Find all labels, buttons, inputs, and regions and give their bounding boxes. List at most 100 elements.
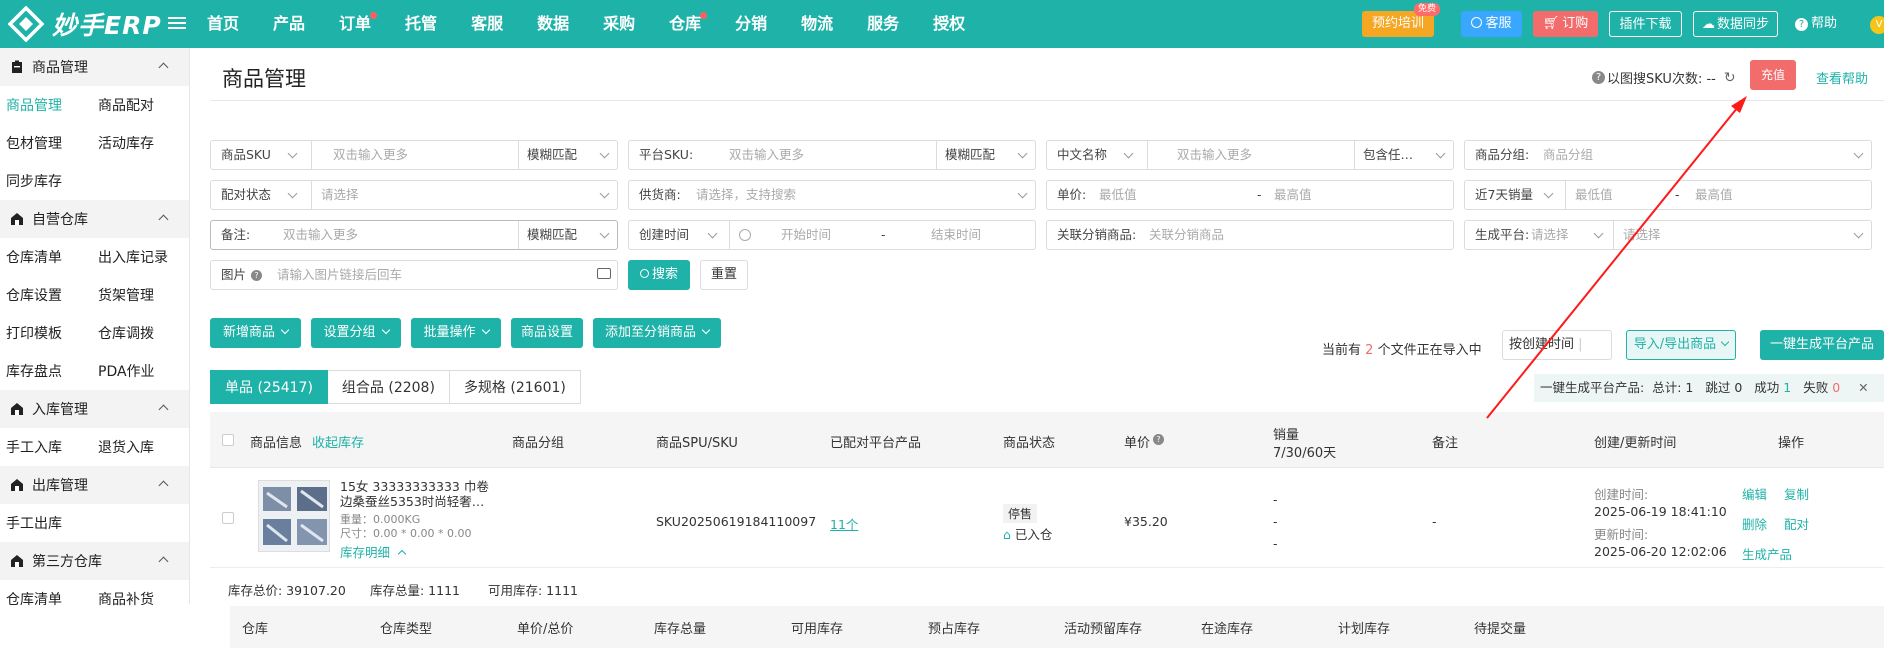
nav-item[interactable]: 仓库 [652,0,718,48]
view-help-link[interactable]: 查看帮助 [1816,68,1868,87]
sku-input[interactable]: 双击输入更多 [333,141,408,169]
set-group-button[interactable]: 设置分组 [311,318,401,348]
data-sync-button[interactable]: ☁ 数据同步 [1693,11,1778,37]
image-url-input[interactable]: 请输入图片链接后回车 [277,261,402,289]
nav-item[interactable]: 分销 [718,0,784,48]
sidebar-item[interactable]: 库存盘点 [0,361,92,381]
sku-select[interactable]: 商品SKU [221,141,271,169]
avatar[interactable]: V [1870,16,1884,34]
sidebar-item[interactable]: 打印模板 [0,323,92,343]
refresh-icon[interactable]: ↻ [1724,70,1736,86]
cn-name-match-select[interactable]: 包含任… [1363,141,1413,169]
end-time-input[interactable]: 结束时间 [931,221,981,249]
batch-ops-button[interactable]: 批量操作 [411,318,501,348]
cn-name-input[interactable]: 双击输入更多 [1177,141,1252,169]
platform-select[interactable]: 请选择 [1531,221,1569,249]
stock-detail-link[interactable]: 库存明细 [340,542,407,561]
generate-product-link[interactable]: 生成产品 [1742,544,1792,563]
sort-select[interactable]: 按创建时间 | [1502,330,1612,360]
select-all-checkbox[interactable] [222,434,234,446]
sales-select[interactable]: 近7天销量 [1475,181,1533,209]
sidebar-item[interactable]: 活动库存 [92,133,184,153]
sidebar-group-header[interactable]: 商品管理 [0,48,189,86]
paired-count-link[interactable]: 11个 [830,514,858,533]
platform-select-2[interactable]: 请选择 [1623,221,1661,249]
product-title[interactable]: 15女 33333333333 巾卷边桑蚕丝5353时尚轻奢… [340,479,492,509]
sidebar-item[interactable]: 仓库清单 [0,247,92,267]
edit-link[interactable]: 编辑 [1742,484,1767,503]
start-time-input[interactable]: 开始时间 [781,221,831,249]
copy-link[interactable]: 复制 [1784,484,1809,503]
tab-single[interactable]: 单品 (25417) [210,370,328,404]
sidebar-item[interactable]: PDA作业 [92,361,184,381]
sidebar-item[interactable]: 仓库清单 [0,589,92,609]
sidebar-item[interactable]: 手工入库 [0,437,92,457]
sku-match-select[interactable]: 模糊匹配 [527,141,577,169]
camera-icon[interactable] [597,268,611,279]
nav-item[interactable]: 数据 [520,0,586,48]
cn-name-select[interactable]: 中文名称 [1057,141,1107,169]
add-to-dist-button[interactable]: 添加至分销商品 [593,318,721,348]
search-button[interactable]: 搜索 [628,260,690,290]
sidebar-item[interactable]: 出入库记录 [92,247,184,267]
reset-button[interactable]: 重置 [700,260,748,290]
sidebar-item[interactable]: 包材管理 [0,133,92,153]
supplier-select[interactable]: 请选择，支持搜索 [696,181,796,209]
group-select[interactable]: 商品分组 [1543,141,1593,169]
training-button[interactable]: 预约培训 免费 [1362,3,1440,37]
tab-multi-spec[interactable]: 多规格 (21601) [449,370,581,404]
sales-min-input[interactable]: 最低值 [1575,181,1613,209]
sidebar-item[interactable]: 手工出库 [0,513,92,533]
remark-match-select[interactable]: 模糊匹配 [527,221,577,249]
dist-filter[interactable]: 关联分销商品: 关联分销商品 [1046,220,1454,250]
nav-item[interactable]: 托管 [388,0,454,48]
delete-link[interactable]: 删除 [1742,514,1767,533]
service-button[interactable]: 客服 [1461,11,1522,37]
price-max-input[interactable]: 最高值 [1274,181,1312,209]
dist-input[interactable]: 关联分销商品 [1149,221,1224,249]
sidebar-group-header[interactable]: 出库管理 [0,466,189,504]
sidebar-item[interactable]: 商品配对 [92,95,184,115]
sidebar-group-header[interactable]: 自营仓库 [0,200,189,238]
group-filter[interactable]: 商品分组: 商品分组 [1464,140,1872,170]
tab-combo[interactable]: 组合品 (2208) [327,370,450,404]
add-product-button[interactable]: 新增商品 [210,318,301,348]
sidebar-item[interactable]: 仓库设置 [0,285,92,305]
nav-item[interactable]: 订单 [322,0,388,48]
help-button[interactable]: ? 帮助 [1788,11,1844,37]
platform-sku-match-select[interactable]: 模糊匹配 [945,141,995,169]
nav-item[interactable]: 首页 [190,0,256,48]
platform-sku-input[interactable]: 双击输入更多 [729,141,804,169]
sidebar-item[interactable]: 商品补货 [92,589,184,609]
row-checkbox[interactable] [222,512,234,524]
sales-max-input[interactable]: 最高值 [1695,181,1733,209]
sidebar-item[interactable]: 仓库调拨 [92,323,184,343]
nav-item[interactable]: 服务 [850,0,916,48]
sidebar-group-header[interactable]: 第三方仓库 [0,542,189,580]
pair-link[interactable]: 配对 [1784,514,1809,533]
remark-input[interactable]: 双击输入更多 [283,221,358,249]
nav-item[interactable]: 物流 [784,0,850,48]
close-icon[interactable]: ✕ [1858,380,1868,395]
pair-status-value[interactable]: 请选择 [321,181,359,209]
time-type-select[interactable]: 创建时间 [639,221,689,249]
collapse-stock-link[interactable]: 收起库存 [312,432,364,451]
sidebar-item[interactable]: 同步库存 [0,171,92,191]
product-settings-button[interactable]: 商品设置 [511,318,583,348]
sidebar-item[interactable]: 商品管理 [0,95,92,115]
logo[interactable]: 妙手ERP [8,6,162,42]
pair-status-select[interactable]: 配对状态 [221,181,271,209]
gen-platform-button[interactable]: 一键生成平台产品 [1760,330,1884,360]
nav-item[interactable]: 授权 [916,0,982,48]
product-image[interactable] [258,480,330,552]
price-min-input[interactable]: 最低值 [1099,181,1137,209]
nav-item[interactable]: 产品 [256,0,322,48]
sidebar-item[interactable]: 退货入库 [92,437,184,457]
sidebar-item[interactable]: 货架管理 [92,285,184,305]
supplier-filter[interactable]: 供货商: 请选择，支持搜索 [628,180,1036,210]
menu-toggle-icon[interactable] [168,14,186,32]
recharge-button[interactable]: 充值 [1750,60,1796,90]
nav-item[interactable]: 客服 [454,0,520,48]
plugin-download-button[interactable]: 插件下载 [1609,11,1682,37]
order-button[interactable]: 🛒︎ 订购 [1533,11,1598,37]
